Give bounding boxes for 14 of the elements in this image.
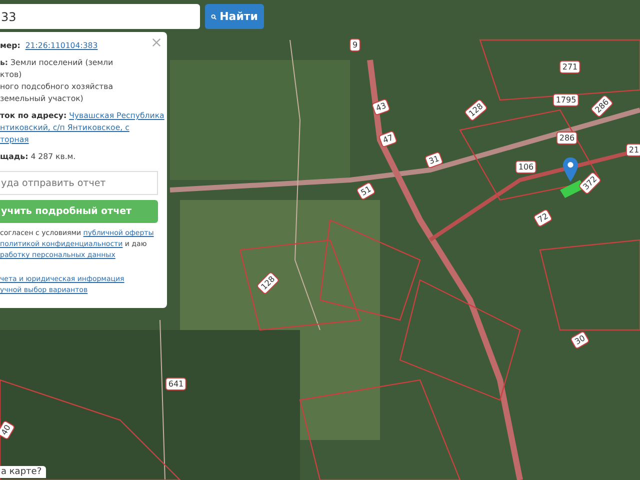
- parcel-number: 271: [559, 60, 581, 74]
- help-label[interactable]: а карте?: [0, 466, 46, 478]
- parcel-number: 21: [626, 144, 640, 156]
- close-icon[interactable]: [152, 38, 161, 47]
- find-button[interactable]: Найти: [205, 4, 264, 29]
- parcel-number: 106: [515, 160, 537, 174]
- location-pin-icon: [563, 157, 578, 182]
- search-icon: [211, 12, 217, 22]
- parcel-number: 286: [556, 132, 578, 144]
- parcel-number: 1795: [552, 94, 580, 106]
- email-field[interactable]: уда отправить отчет: [0, 171, 158, 195]
- parcel-number: 641: [165, 378, 187, 390]
- parcel-number: 9: [349, 38, 361, 52]
- search-field[interactable]: 33: [0, 4, 200, 29]
